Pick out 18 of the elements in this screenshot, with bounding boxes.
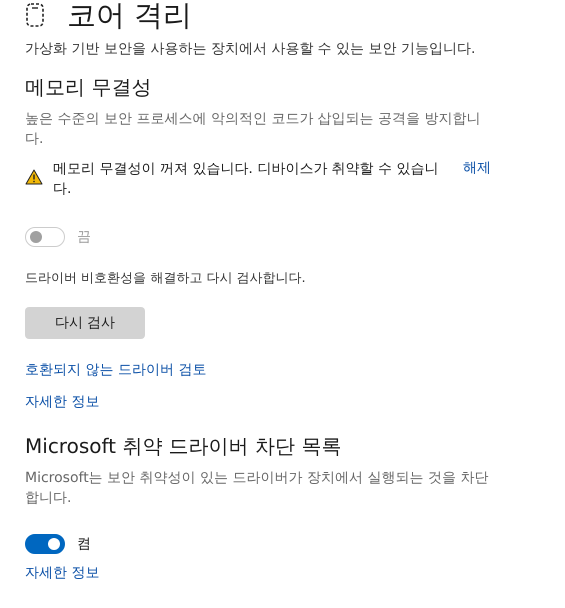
toggle-label: 끔	[77, 228, 91, 246]
section-heading: 메모리 무결성	[25, 74, 152, 101]
driver-note: 드라이버 비호환성을 해결하고 다시 검사합니다.	[25, 270, 307, 287]
info-link[interactable]: 자세한 정보	[25, 394, 100, 410]
page-subtitle: 가상화 기반 보안을 사용하는 장치에서 사용할 수 있는 보안 기능입니다.	[25, 40, 477, 58]
info-link[interactable]: 자세한 정보	[25, 565, 100, 581]
page-title: 코어 격리	[67, 0, 192, 30]
section-description: Microsoft는 보안 취약성이 있는 드라이버가 장치에서 실행되는 것을 차단합니다.	[25, 469, 490, 508]
section-description: 높은 수준의 보안 프로세스에 악의적인 코드가 삽입되는 공격을 방지합니다.	[25, 110, 482, 149]
warning-message: 메모리 무결성이 꺼져 있습니다. 디바이스가 취약할 수 있습니다.	[53, 160, 440, 199]
warning-icon	[25, 169, 43, 185]
rescan-button[interactable]: 다시 검사	[25, 307, 145, 339]
device-icon	[25, 2, 45, 28]
dismiss-link[interactable]: 해제	[463, 159, 491, 177]
section-heading: Microsoft 취약 드라이버 차단 목록	[25, 433, 342, 460]
toggle-switch[interactable]	[25, 534, 65, 554]
toggle-label: 켬	[77, 535, 91, 553]
info-link[interactable]: 호환되지 않는 드라이버 검토	[25, 362, 206, 378]
